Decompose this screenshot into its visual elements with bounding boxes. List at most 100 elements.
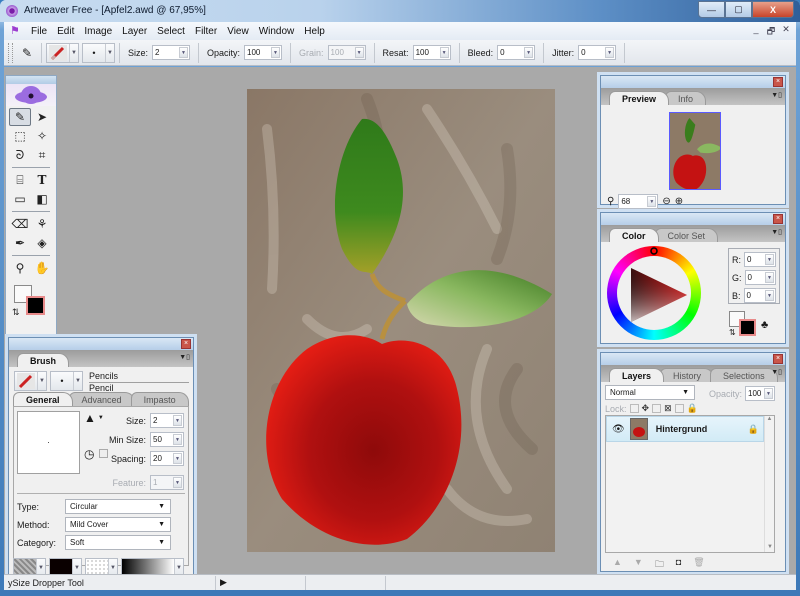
maximize-button[interactable]: ▢ <box>725 1 752 18</box>
toolbar-grip[interactable] <box>8 42 13 63</box>
panel-menu-icon[interactable]: ▼▯ <box>771 91 782 99</box>
brush-shape-dropdown[interactable]: • ▼ <box>82 42 115 63</box>
document-icon[interactable]: ⚑ <box>10 25 22 37</box>
panel-menu-icon[interactable]: ▼▯ <box>179 353 190 361</box>
lock-transparency-checkbox[interactable] <box>652 404 662 413</box>
min-size-input[interactable]: 50 ▼ <box>150 432 184 447</box>
panel-menu-icon[interactable]: ▼▯ <box>771 228 782 236</box>
crop-tool[interactable]: ⌗ <box>31 146 53 164</box>
menu-select[interactable]: Select <box>152 26 190 37</box>
close-icon[interactable]: × <box>773 354 783 364</box>
preview-thumbnail[interactable] <box>669 112 721 190</box>
lock-position-checkbox[interactable] <box>629 404 639 413</box>
swap-colors-icon[interactable]: ⇅ <box>12 307 20 318</box>
zoom-out-icon[interactable]: ⊖ <box>662 196 670 207</box>
doc-close-button[interactable]: ✕ <box>780 24 792 40</box>
grain-input[interactable]: 100 ▼ <box>327 45 366 60</box>
brush-variant-dropdown[interactable]: ▼ <box>46 42 79 63</box>
brush-category[interactable]: Pencils <box>89 371 189 383</box>
size-input[interactable]: 2 ▼ <box>152 45 191 60</box>
chevron-down-icon[interactable]: ▼ <box>765 290 774 301</box>
tab-color-set[interactable]: Color Set <box>654 228 719 242</box>
menu-view[interactable]: View <box>222 26 254 37</box>
doc-restore-button[interactable]: 🗗 <box>765 24 777 40</box>
tab-selections[interactable]: Selections <box>710 368 778 382</box>
tab-color[interactable]: Color <box>609 228 659 242</box>
tab-preview[interactable]: Preview <box>609 91 670 105</box>
doc-minimize-button[interactable]: _ <box>750 24 762 40</box>
panel-header[interactable]: × <box>601 76 785 88</box>
status-arrow[interactable]: ▶ <box>216 575 306 590</box>
spacing-input[interactable]: 20 ▼ <box>150 451 184 466</box>
red-input[interactable]: 0 ▼ <box>744 252 776 267</box>
brush-size-input[interactable]: 2 ▼ <box>150 413 184 428</box>
tab-advanced[interactable]: Advanced <box>68 392 135 406</box>
saturation-triangle[interactable] <box>607 246 701 340</box>
method-select[interactable]: Mild Cover ▼ <box>65 517 171 532</box>
magic-wand-tool[interactable]: ✧ <box>31 127 53 145</box>
hue-wheel[interactable] <box>607 246 701 340</box>
clock-icon[interactable]: ◷ <box>84 447 94 461</box>
tab-info[interactable]: Info <box>665 91 707 105</box>
brush-tool[interactable]: ✎ <box>9 108 31 126</box>
lasso-tool[interactable]: ᘐ <box>9 146 31 164</box>
rect-select-tool[interactable]: ⬚ <box>9 127 31 145</box>
chevron-down-icon[interactable]: ▼ <box>173 434 182 445</box>
blue-input[interactable]: 0 ▼ <box>743 288 776 303</box>
category-select[interactable]: Soft ▼ <box>65 535 171 550</box>
type-select[interactable]: Circular ▼ <box>65 499 171 514</box>
tab-history[interactable]: History <box>660 368 715 382</box>
zoom-in-icon[interactable]: ⊕ <box>675 196 683 207</box>
panel-background-color[interactable] <box>739 319 756 336</box>
close-icon[interactable]: × <box>773 214 783 224</box>
close-button[interactable]: X <box>752 1 794 18</box>
chevron-down-icon[interactable]: ▼ <box>354 47 364 58</box>
move-layer-up-icon[interactable]: ▲ <box>613 557 622 573</box>
eraser-tool[interactable]: ⌫ <box>9 215 31 233</box>
chevron-down-icon[interactable]: ▼ <box>173 477 182 488</box>
layer-opacity-input[interactable]: 100 ▼ <box>745 386 776 401</box>
tab-layers[interactable]: Layers <box>609 368 665 382</box>
brush-tip-dropdown[interactable]: • ▼ <box>50 371 83 391</box>
document-canvas[interactable] <box>247 89 555 552</box>
menu-filter[interactable]: Filter <box>190 26 222 37</box>
chevron-down-icon[interactable]: ▼ <box>524 47 534 58</box>
lock-all-checkbox[interactable] <box>674 404 684 413</box>
tab-brush[interactable]: Brush <box>17 353 70 367</box>
layer-row[interactable]: 👁 Hintergrund 🔒 <box>606 416 764 442</box>
green-input[interactable]: 0 ▼ <box>744 270 776 285</box>
new-layer-icon[interactable]: ◘ <box>676 557 681 573</box>
gradient-tool[interactable]: ◧ <box>31 190 53 208</box>
background-color[interactable] <box>26 296 45 315</box>
chevron-down-icon[interactable]: ▼ <box>647 196 657 207</box>
chevron-down-icon[interactable]: ▼ <box>764 388 774 399</box>
zoom-icon[interactable]: ⚲ <box>607 196 614 207</box>
fill-tool[interactable]: ◈ <box>31 234 53 252</box>
panel-header[interactable]: × <box>9 338 193 350</box>
hand-tool[interactable]: ✋ <box>31 259 53 277</box>
menu-file[interactable]: File <box>26 26 52 37</box>
chevron-down-icon[interactable]: ▼ <box>179 47 189 58</box>
close-icon[interactable]: × <box>181 339 191 349</box>
chevron-down-icon[interactable]: ▼ <box>271 47 281 58</box>
menu-edit[interactable]: Edit <box>52 26 79 37</box>
minimize-button[interactable]: — <box>698 1 725 18</box>
resat-input[interactable]: 100 ▼ <box>412 45 451 60</box>
tab-impasto[interactable]: Impasto <box>130 392 189 406</box>
tab-general[interactable]: General <box>13 392 73 406</box>
chevron-down-icon[interactable]: ▼ <box>439 47 449 58</box>
move-layer-down-icon[interactable]: ▼ <box>634 557 643 573</box>
panel-menu-icon[interactable]: ▼▯ <box>771 368 782 376</box>
color-picker-icon[interactable]: ♣ <box>761 319 768 331</box>
menu-image[interactable]: Image <box>79 26 117 37</box>
gradient-mesh-tool[interactable]: ⌸ <box>9 171 31 189</box>
menu-window[interactable]: Window <box>254 26 300 37</box>
preview-zoom-input[interactable]: 68 ▼ <box>618 194 659 209</box>
chevron-down-icon[interactable]: ▼ <box>173 415 182 426</box>
delete-layer-icon[interactable]: 🗑 <box>693 557 704 573</box>
chevron-down-icon[interactable]: ▼ <box>605 47 615 58</box>
bleed-input[interactable]: 0 ▼ <box>497 45 536 60</box>
brush-profile-dropdown[interactable]: ▲ ▼ <box>84 411 104 425</box>
panel-header[interactable]: × <box>601 213 785 225</box>
menu-help[interactable]: Help <box>299 26 330 37</box>
